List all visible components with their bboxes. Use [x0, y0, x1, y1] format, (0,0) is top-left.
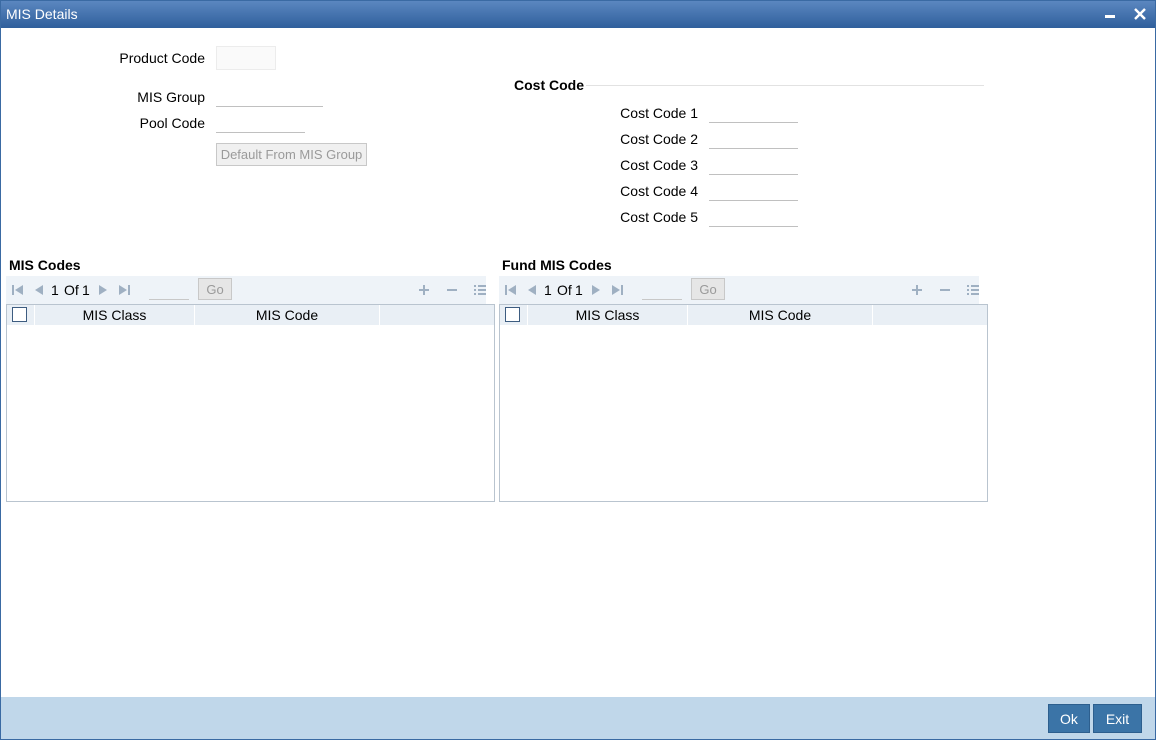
delete-row-icon[interactable]: [938, 283, 952, 297]
fund-mis-codes-grid: 1 Of 1 Go MIS Class MIS Code: [499, 276, 988, 502]
ok-button[interactable]: Ok: [1048, 704, 1090, 733]
close-icon[interactable]: [1131, 5, 1149, 23]
add-row-icon[interactable]: [417, 283, 431, 297]
product-code-input[interactable]: [216, 46, 276, 70]
fund-mis-codes-page-input[interactable]: [642, 279, 682, 300]
pool-code-label: Pool Code: [139, 115, 205, 131]
previous-page-icon[interactable]: [32, 284, 46, 296]
mis-details-window: MIS Details Product Code MIS Group Pool …: [0, 0, 1156, 740]
cost-code-section-title: Cost Code: [514, 77, 584, 93]
cost-code-3-label: Cost Code 3: [620, 157, 698, 173]
last-page-icon[interactable]: [117, 284, 131, 296]
first-page-icon[interactable]: [504, 284, 518, 296]
mis-codes-grid: 1 Of 1 Go MIS Class MIS Code: [6, 276, 495, 502]
column-header-mis-code[interactable]: MIS Code: [687, 305, 872, 325]
minimize-icon[interactable]: [1101, 5, 1119, 23]
mis-group-input[interactable]: [216, 86, 323, 107]
last-page-icon[interactable]: [610, 284, 624, 296]
column-header-mis-class[interactable]: MIS Class: [34, 305, 194, 325]
product-code-label: Product Code: [119, 50, 205, 66]
cost-code-divider: [586, 85, 984, 86]
first-page-icon[interactable]: [11, 284, 25, 296]
fund-mis-codes-toolbar: 1 Of 1 Go: [499, 276, 979, 304]
mis-codes-page-input[interactable]: [149, 279, 189, 300]
delete-row-icon[interactable]: [445, 283, 459, 297]
fund-mis-codes-table: MIS Class MIS Code: [499, 304, 988, 502]
select-all-checkbox[interactable]: [505, 307, 520, 322]
next-page-icon[interactable]: [589, 284, 603, 296]
cost-code-1-input[interactable]: [709, 102, 798, 123]
fund-mis-codes-title: Fund MIS Codes: [502, 257, 612, 273]
mis-codes-table: MIS Class MIS Code: [6, 304, 495, 502]
column-header-blank: [872, 305, 987, 325]
cost-code-5-input[interactable]: [709, 206, 798, 227]
mis-group-label: MIS Group: [137, 89, 205, 105]
cost-code-5-label: Cost Code 5: [620, 209, 698, 225]
cost-code-3-input[interactable]: [709, 154, 798, 175]
mis-codes-go-button[interactable]: Go: [198, 278, 232, 300]
column-header-mis-class[interactable]: MIS Class: [527, 305, 687, 325]
cost-code-2-label: Cost Code 2: [620, 131, 698, 147]
fund-mis-codes-table-header: MIS Class MIS Code: [500, 305, 987, 325]
mis-codes-total-pages: 1: [82, 282, 90, 298]
single-view-icon[interactable]: [966, 283, 980, 297]
cost-code-1-label: Cost Code 1: [620, 105, 698, 121]
fund-mis-codes-go-button[interactable]: Go: [691, 278, 725, 300]
fund-mis-codes-page-of: Of: [557, 282, 572, 298]
select-all-checkbox[interactable]: [12, 307, 27, 322]
column-header-mis-code[interactable]: MIS Code: [194, 305, 379, 325]
fund-mis-codes-total-pages: 1: [575, 282, 583, 298]
next-page-icon[interactable]: [96, 284, 110, 296]
mis-codes-title: MIS Codes: [9, 257, 81, 273]
mis-codes-current-page: 1: [51, 282, 59, 298]
column-header-blank: [379, 305, 494, 325]
mis-codes-toolbar: 1 Of 1 Go: [6, 276, 486, 304]
cost-code-4-label: Cost Code 4: [620, 183, 698, 199]
mis-codes-page-of: Of: [64, 282, 79, 298]
title-bar: MIS Details: [1, 1, 1155, 28]
previous-page-icon[interactable]: [525, 284, 539, 296]
cost-code-4-input[interactable]: [709, 180, 798, 201]
pool-code-input[interactable]: [216, 112, 305, 133]
fund-mis-codes-current-page: 1: [544, 282, 552, 298]
footer-bar: Ok Exit: [1, 697, 1155, 739]
single-view-icon[interactable]: [473, 283, 487, 297]
cost-code-2-input[interactable]: [709, 128, 798, 149]
window-title: MIS Details: [6, 6, 78, 22]
add-row-icon[interactable]: [910, 283, 924, 297]
exit-button[interactable]: Exit: [1093, 704, 1142, 733]
mis-codes-table-header: MIS Class MIS Code: [7, 305, 494, 325]
default-from-mis-group-button[interactable]: Default From MIS Group: [216, 143, 367, 166]
